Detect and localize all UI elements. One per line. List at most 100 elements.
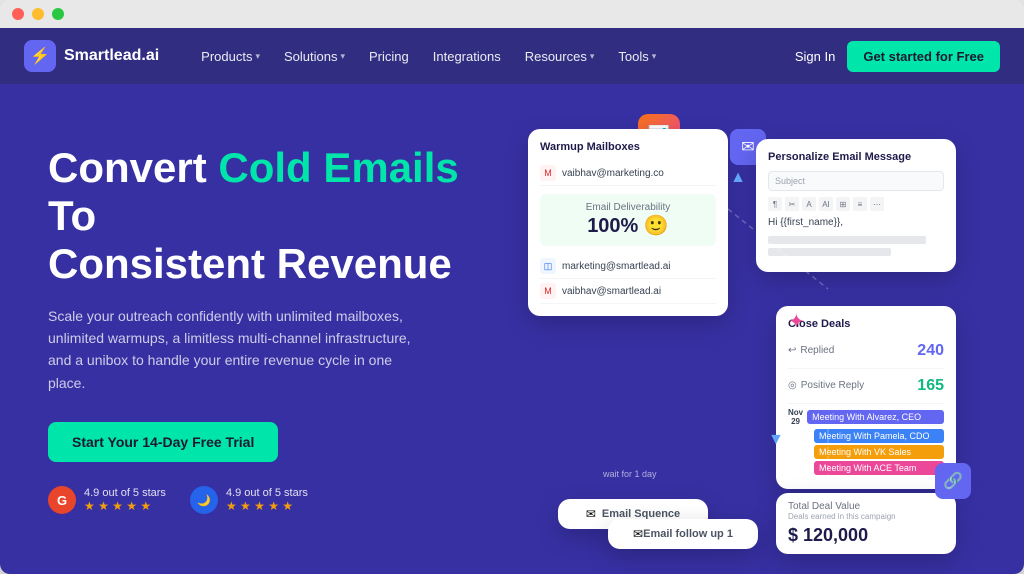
headline-highlight: Cold Emails — [218, 144, 458, 191]
titlebar — [0, 0, 1024, 28]
capterra-score: 4.9 out of 5 stars — [226, 487, 308, 499]
triangle-decoration: ▲ — [730, 169, 746, 187]
chevron-down-icon: ▾ — [652, 51, 657, 62]
capterra-rating: 🌙 4.9 out of 5 stars ★ ★ ★ ★ ★ — [190, 486, 308, 514]
toolbar-btn-2[interactable]: ✂ — [785, 197, 799, 211]
main-content: ⚡ Smartlead.ai Products ▾ Solutions ▾ Pr… — [0, 28, 1024, 574]
g2-stars: ★ ★ ★ ★ ★ — [84, 499, 166, 513]
email-row: M vaibhav@marketing.co — [540, 161, 716, 186]
body-line-1 — [768, 236, 926, 244]
warmup-card-title: Warmup Mailboxes — [540, 141, 716, 153]
followup-card: ✉ Email follow up 1 — [608, 519, 758, 549]
total-deal-value: $ 120,000 — [788, 525, 944, 546]
nav-products[interactable]: Products ▾ — [191, 43, 270, 70]
close-deals-title: Close Deals — [788, 318, 944, 330]
positive-stat: ◎ Positive Reply 165 — [788, 373, 944, 399]
toolbar-btn-7[interactable]: ⋯ — [870, 197, 884, 211]
chevron-down-icon: ▾ — [590, 51, 595, 62]
meeting-label-4: Meeting With ACE Team — [814, 461, 944, 475]
nav-resources[interactable]: Resources ▾ — [515, 43, 605, 70]
gmail-icon: M — [540, 165, 556, 181]
subject-placeholder: Subject — [775, 176, 805, 186]
get-started-button[interactable]: Get started for Free — [847, 41, 1000, 72]
warmup-card: Warmup Mailboxes M vaibhav@marketing.co … — [528, 129, 728, 316]
gmail-icon-2: M — [540, 283, 556, 299]
email-toolbar: ¶ ✂ A AI ⊞ ≡ ⋯ — [768, 197, 944, 211]
positive-value: 165 — [917, 377, 944, 395]
sign-in-link[interactable]: Sign In — [795, 49, 835, 64]
outlook-icon: ◫ — [540, 258, 556, 274]
positive-label: ◎ Positive Reply — [788, 380, 864, 391]
navbar: ⚡ Smartlead.ai Products ▾ Solutions ▾ Pr… — [0, 28, 1024, 84]
logo-area[interactable]: ⚡ Smartlead.ai — [24, 40, 159, 72]
meeting-row-4: Meeting With ACE Team — [788, 461, 944, 475]
meeting-row-1: Nov29 Meeting With Alvarez, CEO — [788, 408, 944, 427]
g2-badge: G — [48, 486, 76, 514]
subject-input[interactable]: Subject — [768, 171, 944, 191]
browser-window: ⚡ Smartlead.ai Products ▾ Solutions ▾ Pr… — [0, 0, 1024, 574]
hero-illustrations: 📊 Warmup Mailboxes M vaibhav@marketing.c… — [528, 109, 976, 549]
email-body-text: Hi {{first_name}}, — [768, 217, 944, 228]
capterra-info: 4.9 out of 5 stars ★ ★ ★ ★ ★ — [226, 487, 308, 513]
g2-score: 4.9 out of 5 stars — [84, 487, 166, 499]
hero-headline: Convert Cold Emails To Consistent Revenu… — [48, 144, 508, 289]
email-address-3: vaibhav@smartlead.ai — [562, 286, 661, 297]
nav-integrations[interactable]: Integrations — [423, 43, 511, 70]
replied-value: 240 — [917, 342, 944, 360]
nav-tools[interactable]: Tools ▾ — [608, 43, 666, 70]
followup-label: Email follow up 1 — [643, 528, 733, 540]
email-address-1: vaibhav@marketing.co — [562, 168, 664, 179]
deliverability-box: Email Deliverability 100% 🙂 — [540, 194, 716, 246]
deliverability-value: 100% 🙂 — [548, 213, 708, 238]
toolbar-btn-4[interactable]: AI — [819, 197, 833, 211]
email-row-3: M vaibhav@smartlead.ai — [540, 279, 716, 304]
logo-text: Smartlead.ai — [64, 47, 159, 65]
hero-section: Convert Cold Emails To Consistent Revenu… — [0, 84, 1024, 574]
hero-subtext: Scale your outreach confidently with unl… — [48, 305, 428, 395]
nav-pricing[interactable]: Pricing — [359, 43, 419, 70]
meeting-label-3: Meeting With VK Sales — [814, 445, 944, 459]
headline-line2: Consistent Revenue — [48, 240, 452, 287]
personalize-card: Personalize Email Message Subject ¶ ✂ A … — [756, 139, 956, 272]
total-deal-subtitle: Deals earned in this campaign — [788, 512, 944, 521]
headline-part2: To — [48, 192, 96, 239]
email-address-2: marketing@smartlead.ai — [562, 261, 671, 272]
connect-icon: 🔗 — [935, 463, 971, 499]
meeting-label-1: Meeting With Alvarez, CEO — [807, 410, 944, 424]
capterra-stars: ★ ★ ★ ★ ★ — [226, 499, 308, 513]
meeting-row-2: Meeting With Pamela, CDO — [788, 429, 944, 443]
toolbar-btn-5[interactable]: ⊞ — [836, 197, 850, 211]
g2-rating: G 4.9 out of 5 stars ★ ★ ★ ★ ★ — [48, 486, 166, 514]
positive-icon: ◎ — [788, 380, 797, 391]
toolbar-btn-1[interactable]: ¶ — [768, 197, 782, 211]
date-badge: Nov29 — [788, 408, 803, 427]
meeting-row-3: Meeting With VK Sales — [788, 445, 944, 459]
g2-info: 4.9 out of 5 stars ★ ★ ★ ★ ★ — [84, 487, 166, 513]
toolbar-btn-3[interactable]: A — [802, 197, 816, 211]
meetings-section: Nov29 Meeting With Alvarez, CEO Meeting … — [788, 408, 944, 475]
nav-links: Products ▾ Solutions ▾ Pricing Integrati… — [191, 43, 795, 70]
hero-copy: Convert Cold Emails To Consistent Revenu… — [48, 144, 508, 514]
chevron-down-icon: ▾ — [340, 51, 345, 62]
close-button[interactable] — [12, 8, 24, 20]
deal-divider-1 — [788, 368, 944, 369]
personalize-card-title: Personalize Email Message — [768, 151, 944, 163]
sequence-icon: ✉ — [586, 507, 596, 521]
replied-icon: ↩ — [788, 345, 796, 356]
minimize-button[interactable] — [32, 8, 44, 20]
body-line-2 — [768, 248, 891, 256]
followup-icon: ✉ — [633, 527, 643, 541]
nav-solutions[interactable]: Solutions ▾ — [274, 43, 355, 70]
fullscreen-button[interactable] — [52, 8, 64, 20]
ratings-section: G 4.9 out of 5 stars ★ ★ ★ ★ ★ 🌙 4.9 out… — [48, 486, 508, 514]
wait-label: wait for 1 day — [603, 469, 657, 479]
toolbar-btn-6[interactable]: ≡ — [853, 197, 867, 211]
total-deal-card: Total Deal Value Deals earned in this ca… — [776, 493, 956, 554]
headline-part1: Convert — [48, 144, 218, 191]
meeting-label-2: Meeting With Pamela, CDO — [814, 429, 944, 443]
replied-label: ↩ Replied — [788, 345, 834, 356]
deal-divider-2 — [788, 403, 944, 404]
deliverability-label: Email Deliverability — [548, 202, 708, 213]
replied-stat: ↩ Replied 240 — [788, 338, 944, 364]
trial-button[interactable]: Start Your 14-Day Free Trial — [48, 422, 278, 462]
